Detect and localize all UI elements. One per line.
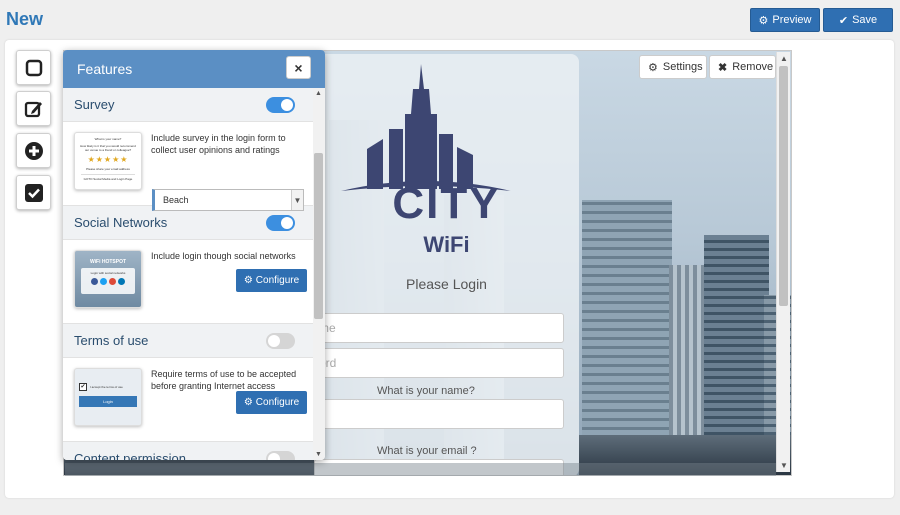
canvas-vertical-scrollbar[interactable]: ▲ ▼ <box>776 52 790 472</box>
gear-icon: ⚙ <box>243 397 253 408</box>
thumb-text: WiFi HOTSPOT <box>89 259 127 265</box>
name-answer-input[interactable] <box>314 399 564 429</box>
social-networks-toggle[interactable] <box>266 214 295 231</box>
stars-icon: ★★★★★ <box>87 155 129 164</box>
gear-icon: ⚙ <box>243 275 253 286</box>
facebook-icon <box>91 278 98 285</box>
feature-header-content-permission: Content permission <box>63 442 313 460</box>
background-building <box>582 200 672 475</box>
survey-description: Include survey in the login form to coll… <box>151 133 286 155</box>
feature-name: Survey <box>74 97 115 112</box>
social-networks-thumbnail: WiFi HOTSPOT Login with social networks <box>74 250 142 308</box>
scroll-up-arrow-icon[interactable]: ▲ <box>315 90 322 97</box>
terms-of-use-toggle[interactable] <box>266 332 295 349</box>
tool-square-button[interactable] <box>16 50 51 85</box>
edit-icon <box>24 101 42 117</box>
terms-row: ✔ I accept the terms of use <box>79 383 141 391</box>
square-icon <box>25 59 42 76</box>
close-icon: × <box>294 59 303 76</box>
thumb-text: What is your name? <box>94 137 122 141</box>
scroll-thumb[interactable] <box>779 66 788 306</box>
gear-icon: ⚙ <box>648 61 658 74</box>
social-icons <box>81 278 135 285</box>
email-question-label: What is your email ? <box>377 445 477 457</box>
tool-add-button[interactable] <box>16 133 51 168</box>
feature-header-survey: Survey <box>63 88 313 122</box>
features-scroll-thumb[interactable] <box>314 153 323 319</box>
thumb-text: GOTO Social Media and Login Page <box>81 174 135 181</box>
features-list: Survey What is your name? How likely is … <box>63 88 313 460</box>
feature-name: Content permission <box>74 451 186 460</box>
thumb-text: How likely is it that you would recommen… <box>80 144 136 152</box>
scroll-up-arrow-icon[interactable]: ▲ <box>780 54 788 63</box>
scroll-down-arrow-icon[interactable]: ▼ <box>315 451 322 458</box>
thumb-text: Please share your email address <box>86 167 130 171</box>
feature-header-terms-of-use: Terms of use <box>63 324 313 358</box>
plus-circle-icon <box>24 141 43 160</box>
chevron-down-icon: ▼ <box>291 190 303 210</box>
features-close-button[interactable]: × <box>286 56 311 79</box>
terms-of-use-thumbnail: ✔ I accept the terms of use Login <box>74 368 142 426</box>
social-panel: Login with social networks <box>81 268 135 294</box>
checkbox-icon <box>24 183 43 202</box>
canvas-horizontal-scrollbar[interactable] <box>65 463 776 476</box>
scroll-down-arrow-icon[interactable]: ▼ <box>780 461 788 470</box>
password-input[interactable]: ord <box>314 348 564 378</box>
social-networks-configure-button[interactable]: ⚙ Configure <box>236 269 307 292</box>
settings-button[interactable]: ⚙ Settings <box>639 55 707 79</box>
feature-name: Terms of use <box>74 333 149 348</box>
logo-brand-city: CITY <box>392 179 501 228</box>
survey-toggle[interactable] <box>266 96 295 113</box>
username-input[interactable]: me <box>314 313 564 343</box>
save-button[interactable]: ✔ Save <box>823 8 893 32</box>
close-icon: ✖ <box>718 61 728 74</box>
logo-brand-wifi: WiFi <box>423 232 470 257</box>
feature-body-survey: What is your name? How likely is it that… <box>63 122 313 211</box>
feature-body-terms-of-use: ✔ I accept the terms of use Login Requir… <box>63 358 313 442</box>
social-networks-description: Include login though social networks <box>151 251 296 261</box>
tool-edit-button[interactable] <box>16 91 51 126</box>
thumb-text: Login with social networks <box>90 271 126 275</box>
preview-button[interactable]: ⚙ Preview <box>750 8 820 32</box>
gear-icon: ⚙ <box>758 14 769 27</box>
feature-name: Social Networks <box>74 215 168 230</box>
linkedin-icon <box>118 278 125 285</box>
terms-of-use-configure-button[interactable]: ⚙ Configure <box>236 391 307 414</box>
feature-body-social-networks: WiFi HOTSPOT Login with social networks … <box>63 240 313 324</box>
check-icon: ✔ <box>838 14 849 27</box>
checkbox-checked-icon: ✔ <box>79 383 87 391</box>
feature-header-social-networks: Social Networks <box>63 206 313 240</box>
remove-button[interactable]: ✖ Remove <box>709 55 776 79</box>
login-heading: Please Login <box>406 276 487 292</box>
terms-of-use-description: Require terms of use to be accepted befo… <box>151 369 297 391</box>
thumb-login-button: Login <box>79 396 137 407</box>
google-icon <box>109 278 116 285</box>
tool-checkbox-button[interactable] <box>16 175 51 210</box>
survey-thumbnail: What is your name? How likely is it that… <box>74 132 142 190</box>
features-panel: Features × Survey What is your name? How… <box>63 50 325 460</box>
survey-select[interactable]: Beach ▼ <box>152 189 304 211</box>
features-title: Features <box>77 61 133 77</box>
name-question-label: What is your name? <box>377 385 475 397</box>
twitter-icon <box>100 278 107 285</box>
thumb-text: I accept the terms of use <box>90 385 123 389</box>
page-title: New <box>6 9 44 29</box>
content-permission-toggle[interactable] <box>266 450 295 460</box>
